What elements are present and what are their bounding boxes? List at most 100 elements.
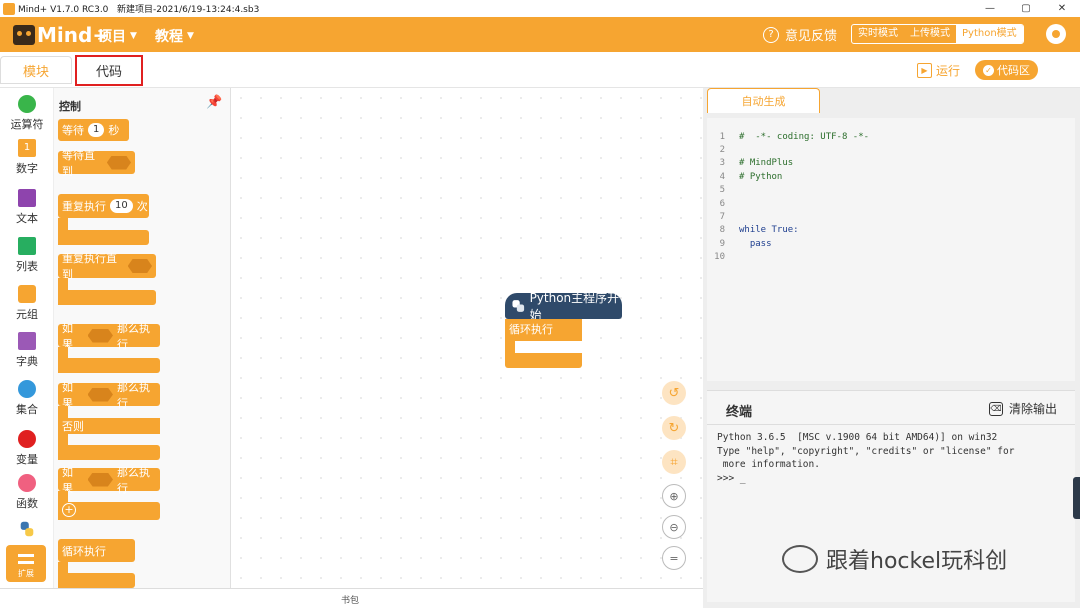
loop-block[interactable]: 循环执行: [505, 319, 582, 341]
block-if-else[interactable]: 如果 那么执行: [58, 381, 160, 410]
category-label: 集合: [16, 403, 38, 416]
block-c-side: [58, 347, 68, 358]
condition-slot[interactable]: [87, 328, 113, 343]
watermark-text: 跟着hockel玩科创: [826, 549, 1008, 574]
hat-label: Python主程序开始: [529, 291, 620, 322]
code-line: 6: [707, 199, 739, 212]
undo-icon[interactable]: ↺: [662, 381, 686, 405]
zoom-in-icon[interactable]: ⊕: [662, 484, 686, 508]
line-text: # MindPlus: [739, 158, 794, 168]
condition-slot[interactable]: [127, 259, 152, 273]
watermark: 跟着hockel玩科创: [782, 543, 1007, 575]
block-palette: 控制 📌 等待 1 秒 等待直到 重复执行 10 次 重复执行直到 如果 那么执…: [54, 88, 231, 588]
menu-project-label: 项目: [98, 29, 126, 45]
block-c-side: [58, 491, 68, 502]
zoom-reset-icon[interactable]: =: [662, 546, 686, 570]
side-handle[interactable]: [1073, 477, 1080, 519]
block-wait[interactable]: 等待 1 秒: [58, 119, 129, 141]
category-python[interactable]: [0, 520, 54, 541]
terminal-title: 终端: [726, 405, 753, 420]
number-icon: 1: [18, 139, 36, 157]
pin-icon[interactable]: 📌: [206, 95, 222, 110]
script-canvas[interactable]: [231, 88, 703, 588]
category-set[interactable]: 集合: [0, 380, 54, 417]
block-repeat[interactable]: 重复执行 10 次: [58, 194, 149, 218]
menu-project[interactable]: 项目 ▼: [98, 26, 137, 46]
eraser-icon: ⌫: [989, 401, 1003, 416]
line-text: # Python: [739, 172, 783, 182]
run-label: 运行: [936, 64, 961, 78]
clear-output-label: 清除输出: [1009, 402, 1058, 416]
block-repeat-until[interactable]: 重复执行直到: [58, 252, 156, 281]
terminal-output[interactable]: Python 3.6.5 [MSC v.1900 64 bit AMD64)] …: [717, 431, 1014, 485]
code-line: 3 # MindPlus: [707, 158, 794, 171]
block-c-bottom: [58, 230, 149, 245]
tab-blocks[interactable]: 模块: [0, 56, 72, 84]
block-if-expand[interactable]: 如果 那么执行: [58, 466, 160, 495]
category-label: 元组: [16, 308, 38, 321]
feedback-button[interactable]: ? 意见反馈: [763, 25, 837, 44]
block-input[interactable]: 1: [88, 123, 105, 137]
block-label: 等待: [62, 124, 84, 137]
close-button[interactable]: ✕: [1044, 0, 1080, 17]
menu-tutorial[interactable]: 教程 ▼: [155, 26, 194, 46]
crop-icon[interactable]: ⌗: [662, 450, 686, 474]
category-operators[interactable]: 运算符: [0, 95, 54, 132]
text-icon: [18, 189, 36, 207]
app-header: Mind+ 项目 ▼ 教程 ▼ ? 意见反馈 实时模式 上传模式 Python模式: [0, 17, 1080, 52]
loop-label: 循环执行: [509, 323, 553, 336]
category-list[interactable]: 列表: [0, 237, 54, 274]
palette-title: 控制: [59, 100, 81, 113]
category-tuple[interactable]: 元组: [0, 285, 54, 322]
block-loop[interactable]: 循环执行: [58, 539, 135, 562]
variable-icon: [18, 430, 36, 448]
code-area-toggle[interactable]: ✓ 代码区: [975, 60, 1038, 80]
gear-icon[interactable]: [1046, 24, 1066, 44]
line-number: 6: [719, 199, 725, 209]
chevron-down-icon: ▼: [130, 31, 137, 41]
maximize-button[interactable]: ▢: [1008, 0, 1044, 17]
block-c-side: [58, 218, 68, 230]
code-line: 10: [707, 252, 739, 265]
category-dict[interactable]: 字典: [0, 332, 54, 369]
block-input[interactable]: 10: [110, 199, 133, 213]
divider: [707, 424, 1075, 425]
condition-slot[interactable]: [87, 387, 113, 402]
zoom-out-icon[interactable]: ⊖: [662, 515, 686, 539]
category-variable[interactable]: 变量: [0, 430, 54, 467]
backpack-bar[interactable]: 书包: [0, 588, 703, 608]
code-line: 4 # Python: [707, 172, 783, 185]
chevron-down-icon: ▼: [187, 31, 194, 41]
category-function[interactable]: 函数: [0, 474, 54, 511]
mode-python[interactable]: Python模式: [956, 25, 1023, 43]
extensions-button[interactable]: 扩展: [6, 545, 46, 582]
block-if[interactable]: 如果 那么执行: [58, 322, 160, 351]
run-button[interactable]: ▶ 运行: [917, 62, 960, 79]
block-label: 重复执行: [62, 200, 106, 213]
block-c-bottom: [58, 445, 160, 460]
redo-icon[interactable]: ↻: [662, 416, 686, 440]
plus-icon[interactable]: +: [62, 503, 76, 517]
block-wait-until[interactable]: 等待直到: [58, 149, 135, 178]
python-main-hat-block[interactable]: Python主程序开始: [505, 291, 622, 322]
code-editor[interactable]: 1 # -*- coding: UTF-8 -*- 2 3 # MindPlus 4…: [707, 118, 1075, 381]
tab-auto-generate[interactable]: 自动生成: [707, 88, 820, 113]
condition-slot[interactable]: [87, 472, 113, 487]
minimize-button[interactable]: —: [972, 0, 1008, 17]
block-label: 那么执行: [116, 321, 150, 351]
mode-realtime[interactable]: 实时模式: [852, 25, 904, 43]
check-icon: ✓: [983, 64, 994, 76]
line-number: 3: [719, 158, 725, 168]
python-icon: [20, 521, 34, 537]
loop-block-bottom: [505, 353, 582, 368]
condition-slot[interactable]: [106, 155, 131, 170]
category-label: 数字: [16, 162, 38, 175]
mode-upload[interactable]: 上传模式: [904, 25, 956, 43]
clear-output-button[interactable]: ⌫ 清除输出: [989, 400, 1057, 417]
right-panel: 自动生成 1 # -*- coding: UTF-8 -*- 2 3 # MindP…: [703, 88, 1080, 608]
code-area-label: 代码区: [997, 64, 1030, 77]
tab-code[interactable]: 代码: [75, 55, 143, 86]
category-text[interactable]: 文本: [0, 189, 54, 226]
category-numbers[interactable]: 1 数字: [0, 139, 54, 176]
block-c-bottom: [58, 290, 156, 305]
